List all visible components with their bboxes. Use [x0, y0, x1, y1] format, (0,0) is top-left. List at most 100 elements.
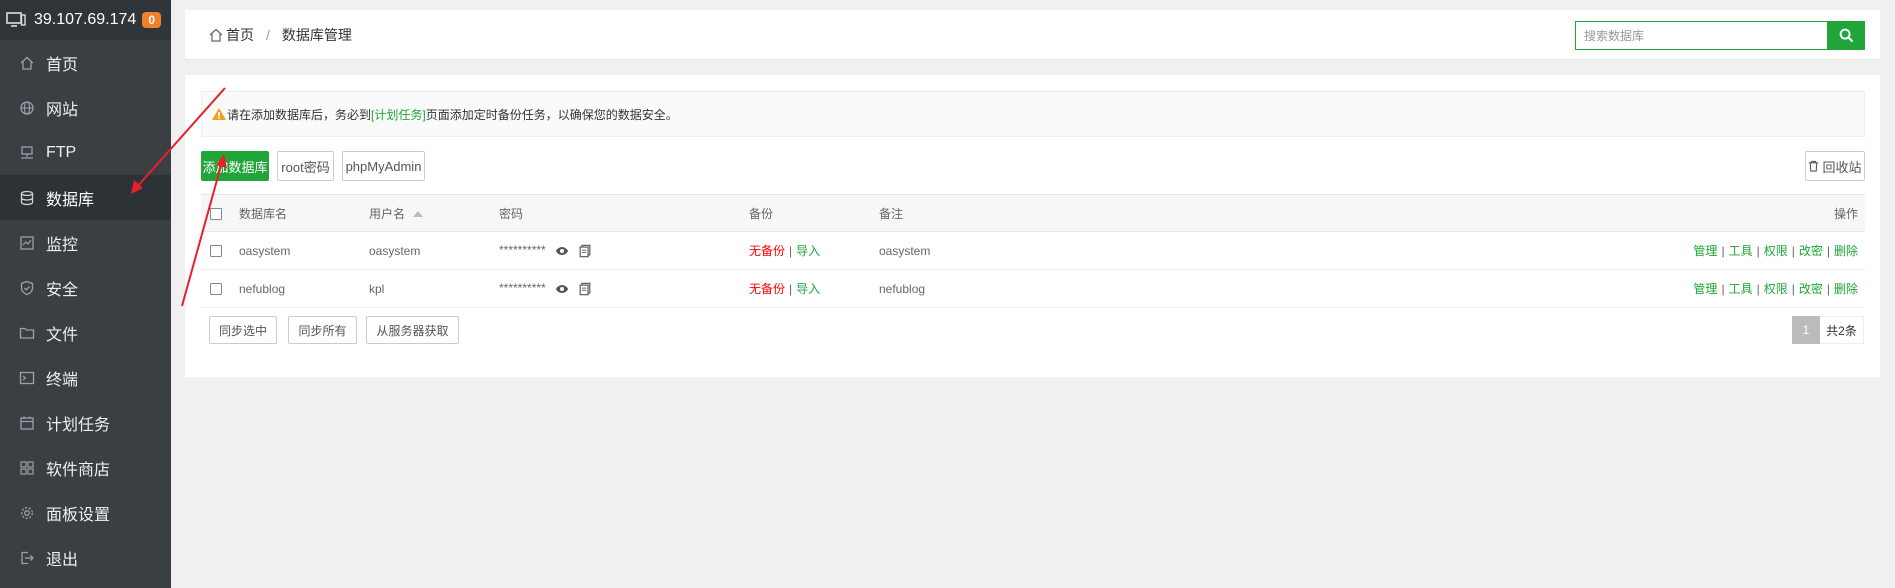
sidebar-item-monitor[interactable]: 监控	[0, 220, 171, 265]
warning-icon	[212, 108, 226, 120]
sidebar-item-home[interactable]: 首页	[0, 40, 171, 85]
search-input[interactable]	[1575, 21, 1827, 50]
delete-link[interactable]: 删除	[1834, 282, 1858, 296]
header-password: 密码	[499, 194, 749, 232]
eye-icon[interactable]	[555, 282, 569, 296]
sidebar: 39.107.69.174 0 首页 网站 FTP 数据库 监控 安全 文件 终…	[0, 0, 171, 588]
warning-text-before: 请在添加数据库后，务必到	[227, 107, 372, 122]
select-all-checkbox[interactable]	[210, 207, 222, 220]
backup-status[interactable]: 无备份	[749, 244, 785, 258]
tools-link[interactable]: 工具	[1729, 244, 1753, 258]
db-note[interactable]: nefublog	[879, 269, 1107, 308]
table-row: oasystem oasystem ********** 无备份 | 导入 oasy…	[201, 231, 1865, 270]
header-username[interactable]: 用户名	[369, 194, 499, 232]
separator: |	[1791, 282, 1795, 296]
db-user: kpl	[369, 269, 499, 308]
separator: |	[1791, 244, 1795, 258]
database-table: 数据库名 用户名 密码 备份 备注 操作 oasystem oasystem *…	[201, 194, 1865, 308]
page-current[interactable]: 1	[1792, 316, 1820, 344]
sidebar-item-label: 面板设置	[46, 506, 111, 524]
fetch-from-server-button[interactable]: 从服务器获取	[366, 316, 459, 344]
db-password: **********	[499, 243, 546, 258]
tools-link[interactable]: 工具	[1729, 282, 1753, 296]
permission-link[interactable]: 权限	[1764, 244, 1788, 258]
breadcrumb-separator: /	[266, 26, 270, 43]
sidebar-item-label: 软件商店	[46, 461, 111, 479]
database-icon	[18, 189, 36, 207]
monitor-icon	[18, 234, 36, 252]
separator: |	[1721, 282, 1725, 296]
manage-link[interactable]: 管理	[1693, 282, 1717, 296]
pagination: 1 共2条	[1792, 316, 1864, 344]
ftp-icon	[18, 144, 36, 162]
db-password: **********	[499, 281, 546, 296]
sidebar-item-label: 终端	[46, 371, 79, 389]
copy-icon[interactable]	[578, 282, 592, 296]
separator: |	[1826, 282, 1830, 296]
header-ops: 操作	[1106, 194, 1865, 232]
shield-icon	[18, 279, 36, 297]
db-name[interactable]: nefublog	[239, 269, 369, 308]
sidebar-item-security[interactable]: 安全	[0, 265, 171, 310]
sidebar-item-website[interactable]: 网站	[0, 85, 171, 130]
sidebar-item-terminal[interactable]: 终端	[0, 355, 171, 400]
eye-icon[interactable]	[555, 244, 569, 258]
delete-link[interactable]: 删除	[1834, 244, 1858, 258]
separator: |	[1826, 244, 1830, 258]
breadcrumb-home[interactable]: 首页	[226, 25, 254, 45]
header-backup: 备份	[749, 194, 879, 232]
backup-warning: 请在添加数据库后，务必到 [计划任务] 页面添加定时备份任务，以确保您的数据安全。	[201, 91, 1865, 137]
row-checkbox[interactable]	[210, 283, 222, 296]
row-checkbox[interactable]	[210, 245, 222, 258]
sidebar-item-settings[interactable]: 面板设置	[0, 490, 171, 535]
sidebar-item-label: 计划任务	[46, 416, 111, 434]
notification-badge[interactable]: 0	[142, 12, 161, 28]
monitor-icon	[6, 12, 26, 27]
search-icon	[1839, 28, 1853, 43]
add-database-button[interactable]: 添加数据库	[201, 151, 269, 181]
server-ip: 39.107.69.174	[34, 11, 137, 28]
sidebar-item-label: 数据库	[46, 191, 95, 209]
backup-status[interactable]: 无备份	[749, 282, 785, 296]
row-actions: 管理 | 工具 | 权限 | 改密 | 删除	[1106, 269, 1865, 308]
sidebar-item-logout[interactable]: 退出	[0, 535, 171, 580]
separator: |	[1721, 244, 1725, 258]
root-password-button[interactable]: root密码	[277, 151, 334, 181]
sync-all-button[interactable]: 同步所有	[288, 316, 357, 344]
cron-link[interactable]: [计划任务]	[371, 106, 426, 123]
search-box	[1575, 21, 1865, 50]
grid-icon	[18, 459, 36, 477]
sidebar-item-label: 网站	[46, 101, 79, 119]
database-panel: 请在添加数据库后，务必到 [计划任务] 页面添加定时备份任务，以确保您的数据安全。 …	[185, 75, 1880, 377]
sidebar-item-store[interactable]: 软件商店	[0, 445, 171, 490]
globe-icon	[18, 99, 36, 117]
sidebar-item-files[interactable]: 文件	[0, 310, 171, 355]
gear-icon	[18, 504, 36, 522]
change-password-link[interactable]: 改密	[1799, 244, 1823, 258]
search-button[interactable]	[1827, 21, 1865, 50]
logout-icon	[18, 549, 36, 567]
copy-icon[interactable]	[578, 244, 592, 258]
sidebar-item-cron[interactable]: 计划任务	[0, 400, 171, 445]
change-password-link[interactable]: 改密	[1799, 282, 1823, 296]
db-note[interactable]: oasystem	[879, 231, 1107, 270]
db-name[interactable]: oasystem	[239, 231, 369, 270]
separator: |	[1756, 282, 1760, 296]
import-link[interactable]: 导入	[796, 244, 820, 258]
sidebar-item-label: 退出	[46, 551, 79, 569]
sync-selected-button[interactable]: 同步选中	[209, 316, 277, 344]
recycle-bin-button[interactable]: 回收站	[1805, 151, 1865, 181]
sidebar-item-ftp[interactable]: FTP	[0, 130, 171, 175]
sidebar-item-label: 文件	[46, 326, 79, 344]
manage-link[interactable]: 管理	[1693, 244, 1717, 258]
sidebar-item-label: 监控	[46, 236, 79, 254]
total-count: 共2条	[1820, 316, 1864, 344]
header-note: 备注	[879, 194, 1107, 232]
sidebar-item-database[interactable]: 数据库	[0, 175, 171, 220]
breadcrumb: 首页 / 数据库管理	[208, 25, 352, 45]
import-link[interactable]: 导入	[796, 282, 820, 296]
sidebar-item-label: 安全	[46, 281, 79, 299]
terminal-icon	[18, 369, 36, 387]
permission-link[interactable]: 权限	[1764, 282, 1788, 296]
phpmyadmin-button[interactable]: phpMyAdmin	[342, 151, 425, 181]
